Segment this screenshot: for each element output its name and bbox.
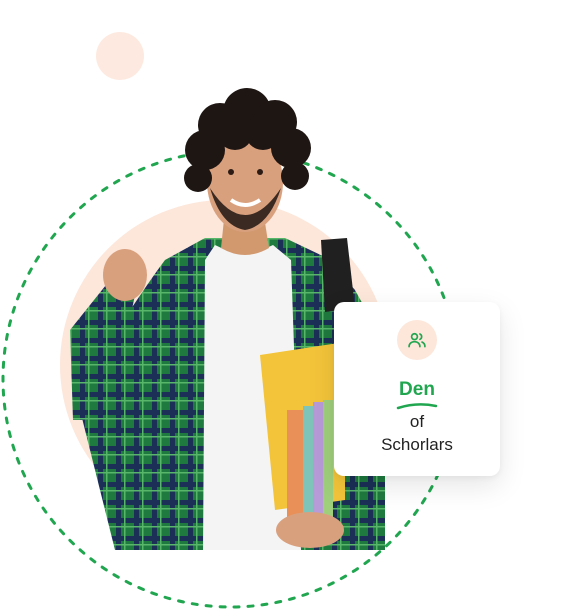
title-underline-swoosh: [396, 403, 438, 410]
card-subtitle-line1: of: [409, 412, 425, 431]
fist: [103, 249, 147, 301]
notebook-orange: [287, 410, 303, 530]
notebook-teal: [303, 406, 313, 526]
card-subtitle-line2: Schorlars: [381, 435, 453, 454]
users-icon-badge: [397, 320, 437, 360]
hero-visual: Den of Schorlars: [0, 0, 571, 612]
card-title: Den: [399, 379, 435, 400]
notebook-lilac: [313, 402, 323, 522]
backpack-strap: [321, 238, 355, 312]
den-of-scholars-card: Den of Schorlars: [334, 302, 500, 476]
decorative-peach-dot: [96, 32, 144, 80]
holding-hand: [276, 512, 344, 548]
users-icon: [408, 332, 426, 348]
notebook-green: [323, 400, 333, 520]
